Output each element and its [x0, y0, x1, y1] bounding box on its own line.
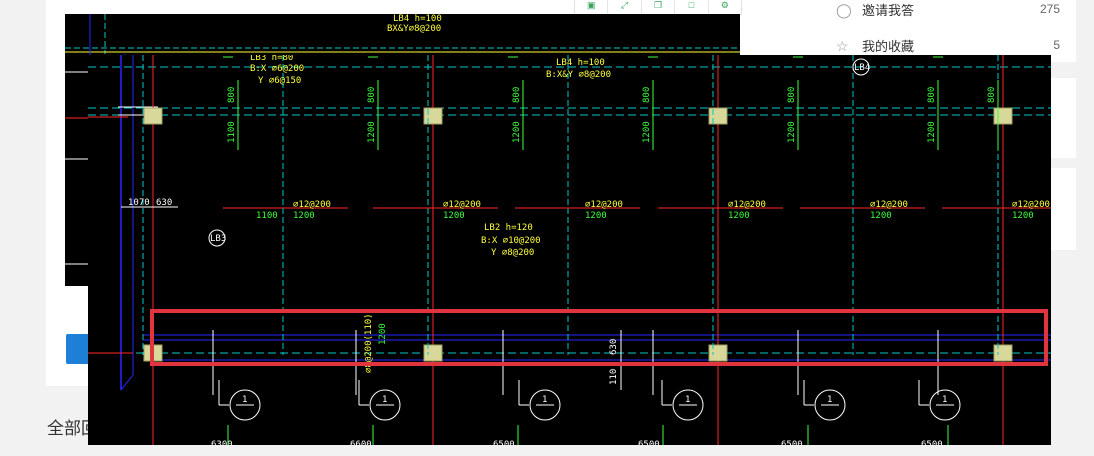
lb4-label: LB4 h=100 [393, 14, 442, 24]
bottom-dimension: 6500 [493, 440, 515, 445]
rebar-length: 1200 [1012, 211, 1034, 221]
rebar-label: ⌀12@200 [443, 200, 481, 210]
top-bar-dim: 1200 [512, 121, 522, 143]
rebar-label: ⌀12@200 [293, 200, 331, 210]
lb2-y-rebar: Y ⌀8@200 [491, 248, 534, 258]
column-block [708, 107, 728, 125]
rebar-length: 1200 [870, 211, 892, 221]
sidebar-item-label: 邀请我答 [862, 3, 915, 18]
top-bar-dim: 800 [227, 87, 237, 103]
top-bar-dim: 1200 [927, 121, 937, 143]
rebar-label: ⌀12@200 [585, 200, 623, 210]
rebar-length: 1200 [443, 211, 465, 221]
sidebar-item-count: 5 [1053, 38, 1060, 52]
axis-marker-label: 1 [827, 395, 832, 405]
top-bar-dim: 800 [512, 87, 522, 103]
lb4-rebar-label: BX&Y⌀8@200 [387, 24, 441, 34]
expand-icon[interactable]: ⤢ [608, 0, 642, 14]
cad-drawing-front: 800 1100 800 1200 800 1200 800 1200 800 1200 800 12… [88, 55, 1051, 445]
rebar-length: 1200 [293, 211, 315, 221]
sidebar-item-invited[interactable]: ◯ 邀请我答 [836, 0, 914, 19]
top-bar-dim: 800 [927, 87, 937, 103]
top-bar-dim: 1100 [227, 121, 237, 143]
top-bar-dim: 800 [787, 87, 797, 103]
star-icon: ☆ [836, 37, 849, 54]
bottom-dimension: 6500 [638, 440, 660, 445]
column-block [423, 107, 443, 125]
image-toolbar: ▣ ⤢ ❐ □ ⚙ [574, 0, 742, 15]
lb4-rebar: B:X&Y ⌀8@200 [546, 70, 611, 80]
column-block [143, 107, 163, 125]
axis-marker-label: 1 [542, 395, 547, 405]
copy-icon[interactable]: ❐ [642, 0, 676, 14]
axis-marker-label: 1 [942, 395, 947, 405]
bottom-dimension: 6500 [921, 440, 943, 445]
lb2-name: LB2 h=120 [484, 223, 533, 233]
bottom-dimension: 6500 [781, 440, 803, 445]
top-bar-dim: 800 [642, 87, 652, 103]
gear-icon[interactable]: ⚙ [709, 0, 741, 14]
save-icon[interactable]: ▣ [575, 0, 609, 14]
lb3-x-rebar: B:X ⌀6@200 [250, 64, 304, 74]
lb4-name: LB4 h=100 [556, 58, 605, 68]
rebar-label: ⌀12@200 [728, 200, 766, 210]
rebar-label: ⌀12@200 [1012, 200, 1050, 210]
bottom-dimension: 6300 [211, 440, 233, 445]
top-bar-dim: 800 [987, 87, 997, 103]
column-block [993, 107, 1013, 125]
person-icon: ◯ [836, 1, 852, 18]
window-icon[interactable]: □ [675, 0, 709, 14]
sidebar-item-favorites[interactable]: ☆ 我的收藏 [836, 36, 914, 55]
sidebar-item-count: 275 [1039, 2, 1060, 16]
rebar-length: 1200 [728, 211, 750, 221]
top-bar-dim: 800 [367, 87, 377, 103]
lb3-name: LB3 h=80 [250, 55, 293, 63]
top-bar-dim: 1200 [642, 121, 652, 143]
bottom-dimension: 6600 [350, 440, 372, 445]
sidebar-item-label: 我的收藏 [862, 39, 915, 54]
top-bar-dim: 1200 [367, 121, 377, 143]
rebar-label: ⌀12@200 [870, 200, 908, 210]
dim-110: 110 [609, 369, 619, 385]
lb4-tag: LB4 [854, 63, 870, 73]
rebar-length: 1200 [585, 211, 607, 221]
highlight-box [150, 309, 1048, 366]
axis-marker-label: 1 [685, 395, 690, 405]
rebar-length: 1100 [256, 211, 278, 221]
lb3-tag: LB3 [210, 234, 226, 244]
lb3-y-rebar: Y ⌀6@150 [258, 76, 301, 86]
lb2-x-rebar: B:X ⌀10@200 [481, 236, 541, 246]
top-bar-dim: 1200 [787, 121, 797, 143]
axis-marker-label: 1 [242, 395, 247, 405]
axis-marker-label: 1 [382, 395, 387, 405]
